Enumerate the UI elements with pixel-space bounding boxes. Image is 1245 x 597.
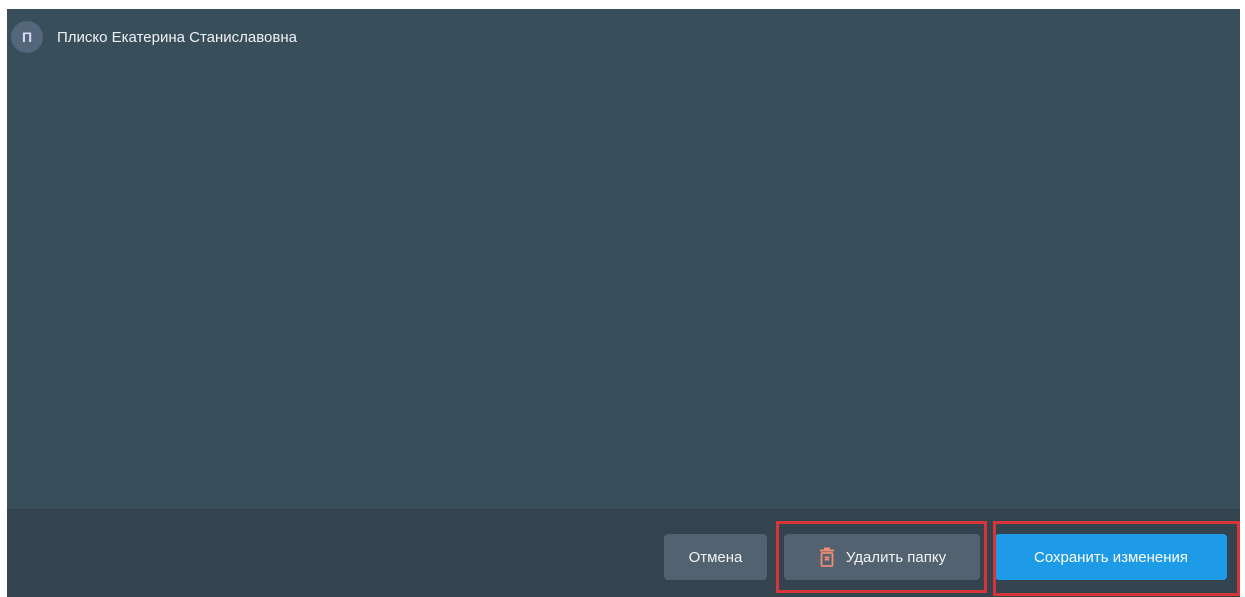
save-changes-label: Сохранить изменения (1033, 548, 1189, 566)
user-row: П Плиско Екатерина Станиславовна (11, 21, 297, 53)
delete-folder-label: Удалить папку (845, 548, 947, 566)
cancel-button[interactable]: Отмена (664, 534, 767, 580)
dialog-footer: Отмена Удалить папку Сохранить изменения (7, 509, 1240, 597)
delete-folder-button[interactable]: Удалить папку (784, 534, 980, 580)
folder-edit-panel: П Плиско Екатерина Станиславовна Отмена … (7, 9, 1240, 597)
save-changes-button[interactable]: Сохранить изменения (995, 534, 1227, 580)
avatar: П (11, 21, 43, 53)
user-name: Плиско Екатерина Станиславовна (57, 28, 297, 46)
trash-icon (818, 547, 836, 567)
cancel-button-label: Отмена (688, 548, 743, 566)
